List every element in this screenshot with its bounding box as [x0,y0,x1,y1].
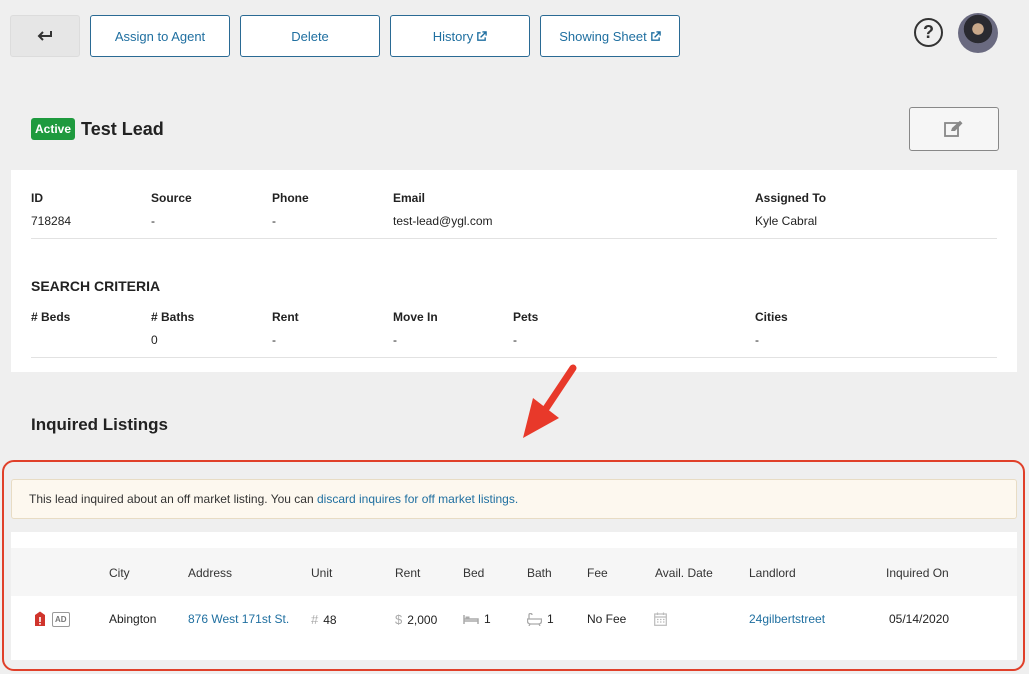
bath-value: 1 [547,612,554,626]
hash-icon: # [311,612,319,627]
discard-off-market-link[interactable]: discard inquires for off market listings… [317,492,518,506]
rent-label: Rent [272,310,299,324]
landlord-link[interactable]: 24gilbertstreet [749,612,825,626]
delete-label: Delete [291,28,329,44]
address-link[interactable]: 876 West 171st St. [188,612,289,626]
assign-to-agent-label: Assign to Agent [114,28,206,44]
annotation-arrow-icon [523,364,577,438]
cities-label: Cities [755,310,788,324]
phone-label: Phone [272,191,309,205]
move-in-label: Move In [393,310,438,324]
back-button[interactable] [10,15,80,57]
edit-button[interactable] [909,107,999,151]
inquired-listings-table: City Address Unit Rent Bed Bath Fee Avai… [11,532,1017,660]
dollar-icon: $ [395,612,403,627]
rent-value: - [272,333,276,347]
email-label: Email [393,191,426,205]
col-city[interactable]: City [109,566,130,580]
lead-details-panel: ID 718284 Source - Phone - Email test-le… [11,170,1017,372]
beds-label: # Beds [31,310,71,324]
cell-bath: 1 [527,612,554,626]
bath-icon [527,612,542,626]
source-label: Source [151,191,192,205]
email-value: test-lead@ygl.com [393,214,493,228]
history-label: History [432,28,474,44]
city-value: Abington [109,612,157,626]
id-value: 718284 [31,214,72,228]
top-toolbar: Assign to Agent Delete History Showing S… [10,13,1029,57]
ad-badge: AD [52,611,70,627]
edit-icon [944,120,963,137]
pets-value: - [513,333,517,347]
cell-landlord: 24gilbertstreet [749,612,825,626]
id-label: ID [31,191,43,205]
pets-label: Pets [513,310,539,324]
col-unit[interactable]: Unit [311,566,332,580]
help-icon[interactable]: ? [914,18,943,47]
assigned-to-value: Kyle Cabral [755,214,818,228]
baths-label: # Baths [151,310,195,324]
cell-fee: No Fee [587,612,626,626]
cell-inquired-on: 05/14/2020 [889,612,949,626]
row-icons: AD [33,611,70,627]
notice-text: This lead inquired about an off market l… [29,492,314,506]
col-fee[interactable]: Fee [587,566,608,580]
back-arrow-icon [37,31,52,41]
cell-unit: # 48 [311,612,337,627]
cell-avail-date [654,612,667,626]
cell-bed: 1 [463,612,491,626]
fee-value: No Fee [587,612,627,626]
delete-button[interactable]: Delete [240,15,380,57]
calendar-icon [654,612,667,626]
bed-value: 1 [484,612,491,626]
baths-value: 0 [151,333,158,347]
showing-sheet-button[interactable]: Showing Sheet [540,15,680,57]
col-rent[interactable]: Rent [395,566,420,580]
status-badge: Active [31,118,76,140]
rent-value: 2,000 [407,612,438,627]
bed-icon [463,614,479,624]
col-address[interactable]: Address [188,566,232,580]
inquired-listings-title: Inquired Listings [31,415,168,434]
search-criteria-title: SEARCH CRITERIA [31,278,161,294]
cell-rent: $ 2,000 [395,612,437,627]
col-inquired-on[interactable]: Inquired On [886,566,949,580]
col-bath[interactable]: Bath [527,566,552,580]
showing-sheet-label: Showing Sheet [559,28,647,44]
col-avail-date[interactable]: Avail. Date [655,566,713,580]
cell-city: Abington [109,612,156,626]
col-bed[interactable]: Bed [463,566,484,580]
page-title: Test Lead [81,118,164,139]
divider [31,357,997,358]
lead-title-row: Active Test Lead [31,118,164,140]
divider [31,238,997,239]
unit-value: 48 [323,612,337,627]
source-value: - [151,214,155,228]
phone-value: - [272,214,276,228]
history-button[interactable]: History [390,15,530,57]
external-link-icon [477,30,487,41]
external-link-icon [650,30,661,41]
off-market-tag-icon [35,611,45,626]
col-landlord[interactable]: Landlord [749,566,796,580]
cell-address: 876 West 171st St. [188,612,289,626]
move-in-value: - [393,333,397,347]
avatar[interactable] [958,13,998,53]
cities-value: - [755,333,759,347]
inquired-on-value: 05/14/2020 [889,612,950,626]
off-market-notice: This lead inquired about an off market l… [11,479,1017,519]
table-header: City Address Unit Rent Bed Bath Fee Avai… [11,548,1017,596]
assign-to-agent-button[interactable]: Assign to Agent [90,15,230,57]
assigned-to-label: Assigned To [755,191,827,205]
